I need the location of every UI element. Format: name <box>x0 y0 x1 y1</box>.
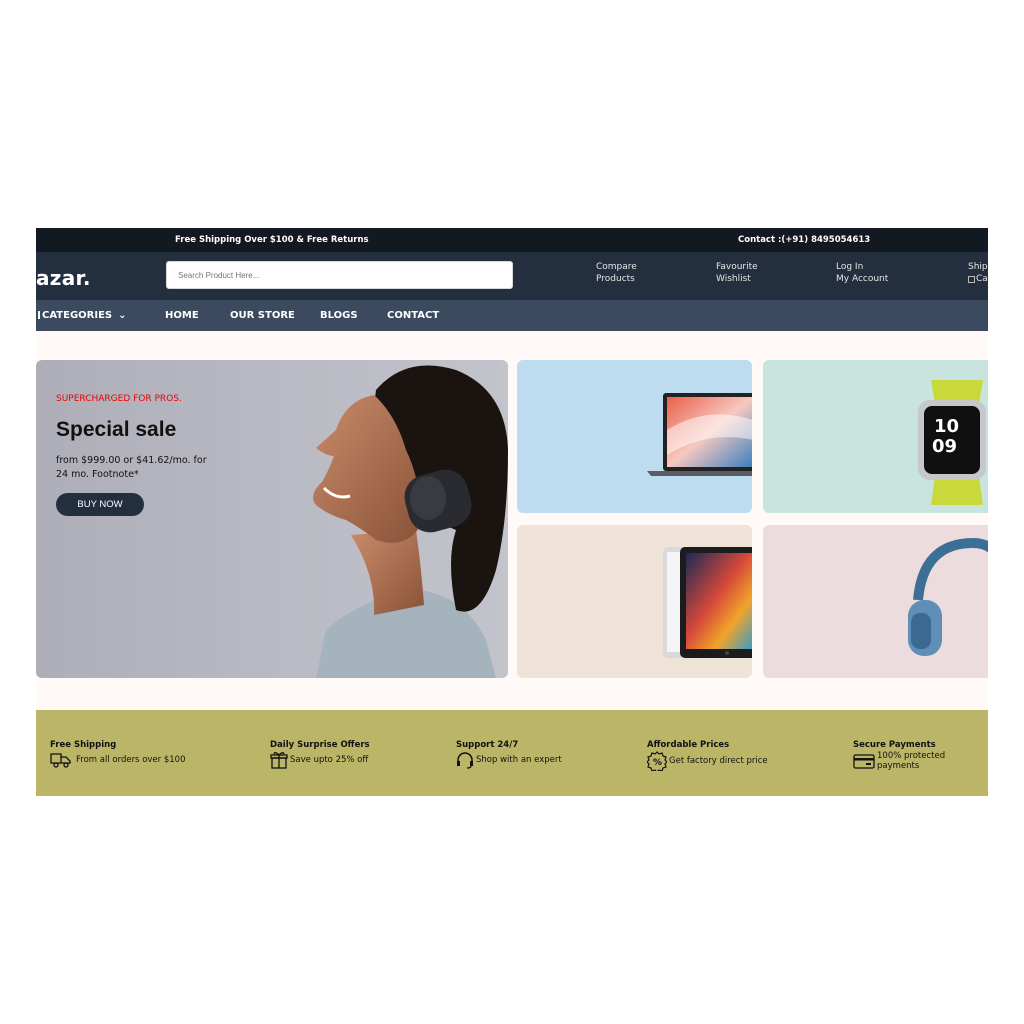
delivery-truck-icon <box>50 753 71 768</box>
categories-dropdown[interactable]: CATEGORIES ⌄ <box>36 310 127 321</box>
nav-contact[interactable]: CONTACT <box>387 310 439 321</box>
service-title: Daily Surprise Offers <box>270 740 370 750</box>
services-bar: Free Shipping From all orders over $100 … <box>36 710 988 796</box>
buy-now-button[interactable]: BUY NOW <box>56 493 144 516</box>
svg-text:09: 09 <box>932 436 957 457</box>
tablet-image <box>663 547 752 658</box>
compare-products-link[interactable]: Compare Products <box>596 261 637 285</box>
main-nav: CATEGORIES ⌄ HOME OUR STORE BLOGS CONTACT <box>36 300 988 331</box>
service-desc: 100% protected payments <box>877 751 946 771</box>
service-title: Affordable Prices <box>647 740 730 750</box>
my-account-label: My Account <box>836 274 889 284</box>
svg-text:%: % <box>653 758 662 768</box>
woman-with-headphones-image <box>313 365 508 678</box>
headphones-promo-tile[interactable] <box>763 525 988 678</box>
wishlist-link[interactable]: Favourite Wishlist <box>716 261 758 285</box>
page-viewport: Free Shipping Over $100 & Free Returns C… <box>36 228 988 796</box>
free-shipping-notice: Free Shipping Over $100 & Free Returns <box>175 235 369 245</box>
broken-image-icon <box>968 275 975 283</box>
service-free-shipping: Free Shipping From all orders over $100 <box>50 740 185 768</box>
svg-text:10: 10 <box>934 416 959 437</box>
site-logo[interactable]: azar. <box>36 266 91 290</box>
service-title: Free Shipping <box>50 740 117 750</box>
credit-card-icon <box>853 754 875 769</box>
discount-badge-icon: % <box>647 751 667 771</box>
cart-label-1: Shipp <box>968 262 988 272</box>
gift-icon <box>270 752 288 769</box>
service-title: Secure Payments <box>853 740 936 750</box>
cart-label-2: Ca <box>976 274 988 284</box>
main-header: azar. Compare Products Favourite Wishlis… <box>36 252 988 300</box>
service-affordable-prices: Affordable Prices % Get factory direct p… <box>647 740 768 771</box>
wishlist-label: Wishlist <box>716 274 751 284</box>
service-desc: Get factory direct price <box>669 756 768 766</box>
nav-home[interactable]: HOME <box>165 310 199 321</box>
service-desc: Save upto 25% off <box>290 755 369 765</box>
nav-blogs[interactable]: BLOGS <box>320 310 358 321</box>
headset-icon <box>457 752 473 769</box>
tablet-promo-tile[interactable] <box>517 525 752 678</box>
cart-link[interactable]: Shipp Ca <box>968 261 988 285</box>
smartwatch-image: 10 09 <box>918 380 986 505</box>
hero-title: Special sale <box>56 418 177 441</box>
login-label: Log In <box>836 262 864 272</box>
service-secure-payments: Secure Payments 100% protected payments <box>853 740 988 771</box>
service-desc: Shop with an expert <box>476 755 562 765</box>
service-daily-offers: Daily Surprise Offers Save upto 25% off <box>270 740 370 769</box>
search-input[interactable] <box>167 262 512 288</box>
hero-price: from $999.00 or $41.62/mo. for 24 mo. Fo… <box>56 455 207 480</box>
chevron-down-icon: ⌄ <box>118 310 127 321</box>
products-label: Products <box>596 274 635 284</box>
hero-eyebrow: SUPERCHARGED FOR PROS. <box>56 394 182 404</box>
search-bar <box>166 261 513 289</box>
top-announcement-bar: Free Shipping Over $100 & Free Returns C… <box>36 228 988 252</box>
categories-label: CATEGORIES <box>42 310 113 321</box>
compare-label: Compare <box>596 262 637 272</box>
smartwatch-promo-tile[interactable]: 10 09 <box>763 360 988 513</box>
laptop-promo-tile[interactable] <box>517 360 752 513</box>
account-link[interactable]: Log In My Account <box>836 261 888 285</box>
cart-broken-image: Ca <box>968 273 988 285</box>
categories-icon <box>36 311 40 319</box>
laptop-image <box>647 393 752 476</box>
headphones-image <box>908 537 988 656</box>
nav-our-store[interactable]: OUR STORE <box>230 310 295 321</box>
hero-banner: SUPERCHARGED FOR PROS. Special sale from… <box>36 360 508 678</box>
service-desc: From all orders over $100 <box>76 754 186 765</box>
contact-phone[interactable]: Contact :(+91) 8495054613 <box>738 235 870 245</box>
favourite-label: Favourite <box>716 262 758 272</box>
service-support: Support 24/7 Shop with an expert <box>456 740 562 769</box>
service-title: Support 24/7 <box>456 740 519 750</box>
